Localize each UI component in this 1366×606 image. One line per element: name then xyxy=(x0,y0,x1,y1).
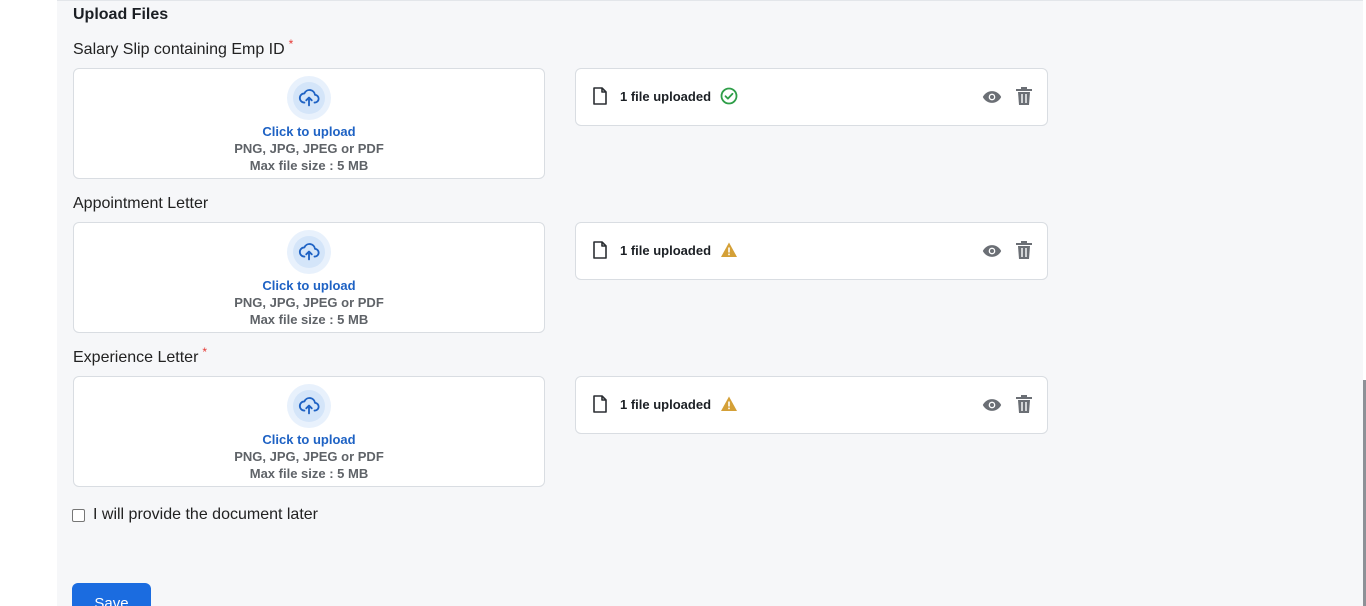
accepted-formats: PNG, JPG, JPEG or PDF xyxy=(234,141,384,156)
file-status-text: 1 file uploaded xyxy=(620,397,712,412)
provide-later-row: I will provide the document later xyxy=(72,506,318,524)
click-to-upload-link[interactable]: Click to upload xyxy=(74,432,544,447)
accepted-formats: PNG, JPG, JPEG or PDF xyxy=(234,295,384,310)
dropzone-salary-slip[interactable]: Click to upload PNG, JPG, JPEG or PDF Ma… xyxy=(73,68,545,179)
check-circle-icon xyxy=(720,87,738,110)
view-eye-icon[interactable] xyxy=(982,395,1002,420)
provide-later-label[interactable]: I will provide the document later xyxy=(93,506,318,524)
accepted-formats: PNG, JPG, JPEG or PDF xyxy=(234,449,384,464)
field-label-experience-letter: Experience Letter * xyxy=(73,345,208,366)
required-mark: * xyxy=(288,37,294,51)
file-icon xyxy=(592,87,608,110)
field-label-appointment-letter: Appointment Letter xyxy=(73,195,209,212)
file-icon xyxy=(592,241,608,264)
upload-files-panel: Upload Files Salary Slip containing Emp … xyxy=(57,0,1363,606)
uploaded-file-card-salary-slip: 1 file uploaded xyxy=(575,68,1048,126)
max-file-size: Max file size : 5 MB xyxy=(249,158,369,173)
delete-trash-icon[interactable] xyxy=(1015,86,1033,111)
upload-icon xyxy=(287,384,331,428)
file-icon xyxy=(592,395,608,418)
file-status-text: 1 file uploaded xyxy=(620,243,712,258)
max-file-size: Max file size : 5 MB xyxy=(249,466,369,481)
max-file-size: Max file size : 5 MB xyxy=(249,312,369,327)
warning-icon xyxy=(720,241,738,264)
field-label-salary-slip: Salary Slip containing Emp ID * xyxy=(73,37,294,58)
delete-trash-icon[interactable] xyxy=(1015,240,1033,265)
section-title: Upload Files xyxy=(73,6,169,23)
save-button[interactable]: Save xyxy=(72,583,151,606)
click-to-upload-link[interactable]: Click to upload xyxy=(74,278,544,293)
view-eye-icon[interactable] xyxy=(982,241,1002,266)
view-eye-icon[interactable] xyxy=(982,87,1002,112)
left-margin xyxy=(0,0,57,606)
uploaded-file-card-experience-letter: 1 file uploaded xyxy=(575,376,1048,434)
upload-icon xyxy=(287,76,331,120)
file-status-text: 1 file uploaded xyxy=(620,89,712,104)
provide-later-checkbox[interactable] xyxy=(72,508,85,522)
uploaded-file-card-appointment-letter: 1 file uploaded xyxy=(575,222,1048,280)
upload-icon xyxy=(287,230,331,274)
click-to-upload-link[interactable]: Click to upload xyxy=(74,124,544,139)
required-mark: * xyxy=(202,345,208,359)
dropzone-experience-letter[interactable]: Click to upload PNG, JPG, JPEG or PDF Ma… xyxy=(73,376,545,487)
dropzone-appointment-letter[interactable]: Click to upload PNG, JPG, JPEG or PDF Ma… xyxy=(73,222,545,333)
warning-icon xyxy=(720,395,738,418)
delete-trash-icon[interactable] xyxy=(1015,394,1033,419)
